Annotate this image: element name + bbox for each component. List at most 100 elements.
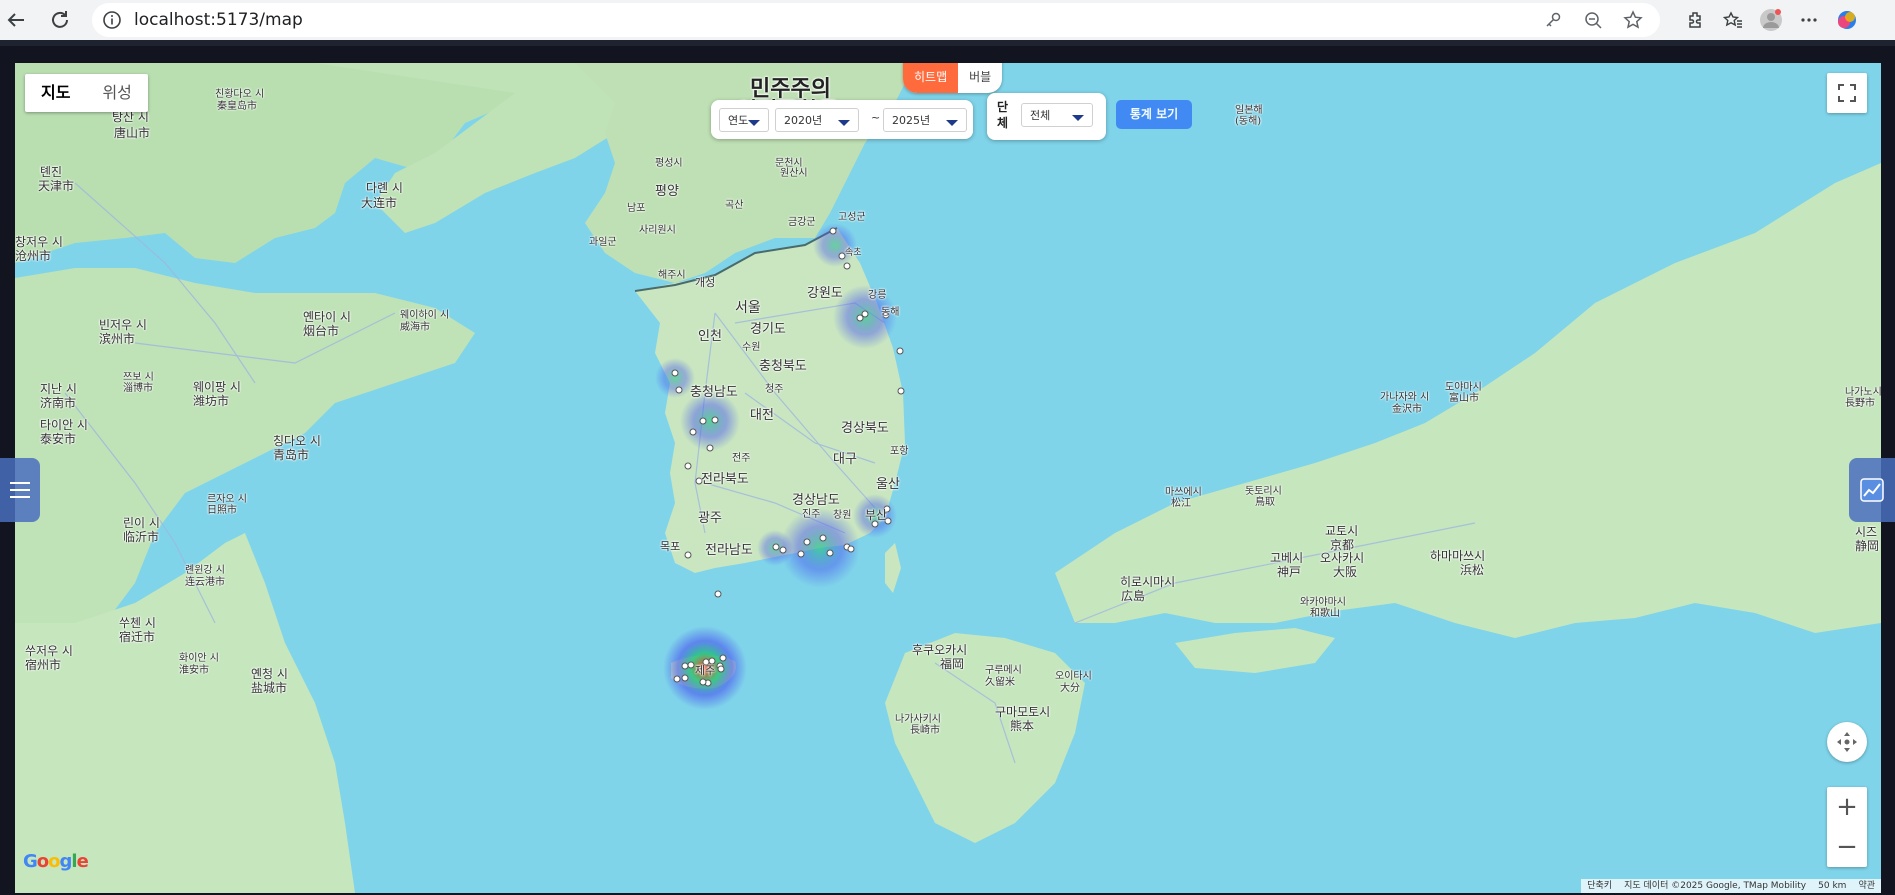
map-place-label: 松江 [1171, 498, 1191, 509]
range-separator: ~ [871, 111, 881, 124]
incident-marker[interactable] [843, 262, 851, 270]
stats-view-button[interactable]: 통계 보기 [1116, 100, 1192, 129]
incident-marker[interactable] [847, 545, 855, 553]
scale-bar[interactable]: 50 km [1818, 879, 1846, 893]
map-place-label: 長野市 [1845, 398, 1875, 409]
incident-marker[interactable] [699, 678, 707, 686]
map-place-label: 長崎市 [910, 725, 940, 736]
incident-marker[interactable] [819, 534, 827, 542]
map-place-label: 과일군 [589, 237, 617, 248]
map-place-label: 개성 [695, 276, 716, 289]
map-place-label: 秦皇岛市 [217, 101, 257, 112]
stats-panel-open-button[interactable] [1849, 458, 1895, 522]
copilot-icon[interactable] [1834, 8, 1860, 32]
group-select[interactable]: 전체 [1021, 103, 1093, 127]
incident-marker[interactable] [687, 661, 695, 669]
incident-marker[interactable] [699, 417, 707, 425]
key-icon[interactable] [1540, 8, 1566, 32]
incident-marker[interactable] [829, 227, 837, 235]
incident-marker[interactable] [671, 369, 679, 377]
incident-marker[interactable] [714, 590, 722, 598]
reload-icon[interactable] [44, 4, 76, 36]
map-place-label: 久留米 [985, 677, 1015, 688]
incident-marker[interactable] [689, 428, 697, 436]
profile-avatar[interactable] [1758, 8, 1784, 32]
favorites-icon[interactable] [1720, 8, 1746, 32]
incident-marker[interactable] [797, 550, 805, 558]
address-bar[interactable]: localhost:5173/map [92, 3, 1660, 37]
group-value: 전체 [1030, 109, 1051, 122]
extensions-icon[interactable] [1682, 8, 1708, 32]
zoom-out-button[interactable]: − [1827, 827, 1867, 867]
zoom-in-button[interactable]: + [1827, 787, 1867, 827]
incident-marker[interactable] [861, 310, 869, 318]
incident-marker[interactable] [684, 462, 692, 470]
map-place-label: (동해) [1235, 116, 1262, 127]
year-end-value: 2025년 [892, 114, 931, 127]
camera-control-button[interactable] [1827, 722, 1867, 762]
map-place-label: 전라북도 [701, 472, 749, 487]
incident-marker[interactable] [681, 674, 689, 682]
bubble-toggle-button[interactable]: 버블 [958, 63, 1002, 93]
bookmark-star-icon[interactable] [1620, 8, 1646, 32]
map-container[interactable]: 민주주의인민공화국평양평성시문천시원산시남포사리원시곡산금강군고성군과일군해주시… [15, 63, 1881, 893]
plus-icon: + [1836, 792, 1858, 822]
map-canvas[interactable] [15, 63, 1881, 893]
map-place-label: 인천 [698, 329, 722, 344]
incident-marker[interactable] [675, 386, 683, 394]
site-info-icon[interactable] [102, 10, 122, 30]
map-place-label: 沧州市 [15, 249, 52, 263]
terms-link[interactable]: 약관 [1858, 879, 1875, 893]
incident-marker[interactable] [681, 662, 689, 670]
incident-marker[interactable] [684, 551, 692, 559]
incident-marker[interactable] [706, 444, 714, 452]
group-filter-panel: 단체 전체 [987, 93, 1106, 140]
incident-marker[interactable] [673, 675, 681, 683]
incident-marker[interactable] [896, 347, 904, 355]
map-place-label: 해주시 [658, 270, 686, 281]
map-place-label: 日照市 [207, 505, 237, 516]
sidebar-open-button[interactable] [0, 458, 40, 522]
map-type-satellite-button[interactable]: 위성 [86, 74, 147, 112]
map-place-label: 울산 [876, 477, 900, 492]
map-place-label: 수원 [742, 342, 761, 353]
heatmap-toggle-button[interactable]: 히트맵 [903, 63, 959, 93]
app-page: 민주주의인민공화국평양평성시문천시원산시남포사리원시곡산금강군고성군과일군해주시… [0, 46, 1895, 895]
url-text[interactable]: localhost:5173/map [134, 10, 303, 30]
map-place-label: 진주 [802, 509, 821, 520]
period-type-select[interactable]: 연도 [719, 108, 769, 132]
zoom-out-icon[interactable] [1580, 8, 1606, 32]
map-type-map-button[interactable]: 지도 [25, 74, 86, 112]
more-menu-icon[interactable] [1796, 8, 1822, 32]
back-icon[interactable] [0, 4, 32, 36]
map-place-label: 静岡 [1855, 539, 1880, 553]
map-place-label: 부산 [865, 508, 888, 522]
incident-marker[interactable] [772, 543, 780, 551]
incident-marker[interactable] [711, 416, 719, 424]
chevron-down-icon [946, 120, 958, 126]
map-place-label: 和歌山 [1310, 608, 1340, 619]
map-place-label: 宿州市 [25, 658, 62, 672]
zoom-control: + − [1827, 787, 1867, 867]
minus-icon: − [1836, 832, 1858, 862]
incident-marker[interactable] [717, 665, 725, 673]
chevron-down-icon [1072, 115, 1084, 121]
incident-marker[interactable] [803, 538, 811, 546]
map-place-label: 평양 [655, 184, 679, 199]
map-place-label: 威海市 [400, 322, 430, 333]
map-place-label: 金沢市 [1392, 404, 1422, 415]
incident-marker[interactable] [897, 387, 905, 395]
shortcuts-link[interactable]: 단축키 [1587, 879, 1612, 893]
map-place-label: 남포 [627, 203, 646, 214]
map-place-label: 大阪 [1333, 565, 1358, 579]
fullscreen-button[interactable] [1827, 73, 1867, 113]
map-place-label: 宿迁市 [119, 630, 156, 644]
incident-marker[interactable] [779, 546, 787, 554]
map-place-label: 속초 [845, 248, 862, 258]
year-end-select[interactable]: 2025년 [883, 108, 967, 132]
incident-marker[interactable] [826, 549, 834, 557]
year-start-select[interactable]: 2020년 [775, 108, 859, 132]
map-place-label: 淄博市 [123, 383, 153, 394]
incident-marker[interactable] [719, 654, 727, 662]
map-place-label: 경상북도 [841, 421, 889, 436]
